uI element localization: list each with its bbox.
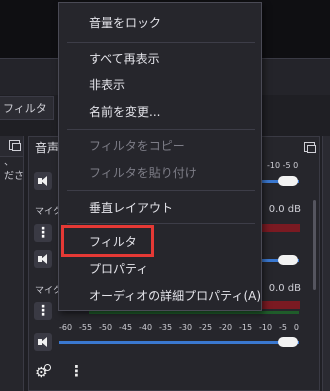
scale-tick: 0	[293, 323, 299, 332]
menu-item-vertical-layout[interactable]: 垂直レイアウト	[59, 196, 261, 220]
left-dock-text: 、 ださ	[4, 156, 26, 184]
more-menu-icon[interactable]: ⋮	[69, 362, 84, 380]
level-meter	[262, 224, 300, 232]
menu-separator	[67, 42, 255, 43]
left-dock-line: ださ	[4, 171, 24, 182]
volume-slider-handle[interactable]	[278, 337, 298, 347]
scale-tick: -15	[239, 323, 253, 332]
menu-separator	[67, 223, 255, 224]
mixer-title: 音声	[35, 141, 60, 155]
undock-icon[interactable]	[9, 140, 21, 151]
level-meter-bar	[89, 311, 299, 314]
level-meter	[262, 301, 300, 309]
menu-item-hide[interactable]: 非表示	[59, 73, 261, 97]
speaker-icon[interactable]	[34, 333, 52, 351]
left-dock-header	[0, 136, 23, 157]
left-dock-line: 、	[4, 157, 14, 168]
scale-tick: -20	[219, 323, 233, 332]
gear-icon[interactable]: ⚙	[35, 364, 51, 381]
undock-icon[interactable]	[304, 142, 316, 153]
scale-tick: -50	[99, 323, 113, 332]
channel-menu-icon[interactable]: ⋮	[34, 302, 52, 320]
screen: フィルタ 、 ださ 音声 -10 -5 0 マイク 0.0 dB ⋮ マイク 0…	[0, 0, 330, 391]
top-meter-ticks: -10 -5 0	[267, 161, 299, 170]
menu-item-lock-volume[interactable]: 音量をロック	[59, 11, 261, 35]
scale-tick: -30	[179, 323, 193, 332]
scrollbar-thumb[interactable]	[313, 200, 316, 290]
menu-item-copy-filters: フィルタをコピー	[89, 139, 185, 153]
filters-tab[interactable]: フィルタ	[0, 96, 54, 120]
menu-item-properties[interactable]: プロパティ	[59, 257, 261, 281]
scale-tick: -45	[119, 323, 133, 332]
scale-tick: -40	[139, 323, 153, 332]
context-menu: 音量をロック すべて再表示 非表示 名前を変更... フィルタをコピー フィルタ…	[58, 2, 262, 311]
channel-db: 0.0 dB	[268, 204, 301, 215]
channel-db: 0.0 dB	[268, 283, 301, 294]
meter-scale: -60 -55 -50 -45 -40 -35 -30 -25 -20 -15 …	[59, 323, 299, 332]
volume-slider-handle[interactable]	[278, 176, 298, 186]
volume-slider-track[interactable]	[59, 341, 299, 344]
highlight-annotation	[61, 225, 154, 257]
mixer-bottom-bar: ⚙ ⋮	[28, 356, 320, 391]
volume-slider-handle[interactable]	[278, 255, 298, 265]
menu-item-show-all[interactable]: すべて再表示	[59, 47, 261, 71]
scale-tick: -10	[259, 323, 273, 332]
scale-tick: -35	[159, 323, 173, 332]
menu-separator	[67, 129, 255, 130]
scale-tick: -25	[199, 323, 213, 332]
speaker-icon[interactable]	[34, 250, 52, 268]
menu-item-advanced-audio-properties[interactable]: オーディオの詳細プロパティ(A)	[59, 284, 261, 308]
scale-tick: -5	[279, 323, 287, 332]
channel-menu-icon[interactable]: ⋮	[34, 224, 52, 242]
menu-item-paste-filters: フィルタを貼り付け	[89, 166, 197, 180]
right-dock	[322, 136, 330, 391]
menu-separator	[67, 190, 255, 191]
menu-item-rename[interactable]: 名前を変更...	[59, 100, 261, 124]
speaker-icon[interactable]	[34, 172, 52, 190]
scale-tick: -55	[79, 323, 93, 332]
scale-tick: -60	[59, 323, 73, 332]
